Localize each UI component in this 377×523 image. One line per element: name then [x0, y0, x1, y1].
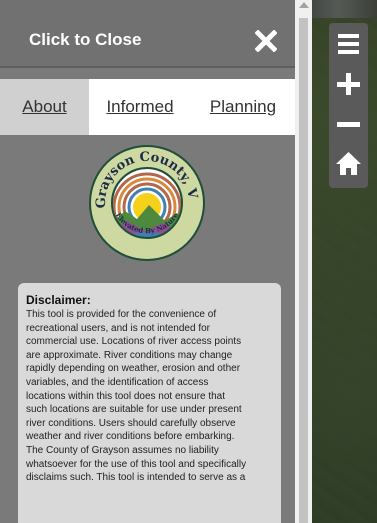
zoom-out-icon[interactable]	[329, 105, 368, 143]
close-panel-label[interactable]: Click to Close	[29, 30, 141, 50]
disclaimer-line: disclaims such. This tool is intended to…	[26, 472, 246, 484]
grayson-county-logo: Grayson County, VA Elevated By Nature	[87, 143, 205, 261]
disclaimer-line: rapidly depending on weather, erosion an…	[26, 363, 241, 375]
disclaimer-line: locations within this tool does not ensu…	[26, 390, 226, 402]
disclaimer-line: recreational users, and is not intended …	[26, 322, 210, 334]
disclaimer-line: variables, and the identification of acc…	[26, 376, 209, 388]
panel-header[interactable]: Click to Close	[0, 0, 295, 66]
scroll-up-arrow-icon[interactable]	[299, 2, 309, 8]
disclaimer-line: weather and river conditions before emba…	[26, 431, 235, 443]
scroll-thumb[interactable]	[299, 18, 308, 523]
disclaimer-title: Disclaimer:	[26, 293, 91, 307]
home-icon[interactable]	[329, 145, 368, 183]
disclaimer-line: such locations are suitable for use unde…	[26, 404, 242, 416]
disclaimer-card: Disclaimer: This tool is provided for th…	[18, 283, 281, 523]
panel-scrollbar[interactable]	[295, 0, 312, 523]
header-divider	[0, 66, 295, 68]
tab-informed[interactable]: Informed	[89, 79, 191, 135]
disclaimer-line: The County of Grayson assumes no liabili…	[26, 444, 219, 456]
disclaimer-line: river conditions. Users should carefully…	[26, 417, 236, 429]
tab-bar: About Informed Planning	[0, 79, 295, 135]
menu-icon[interactable]	[329, 25, 368, 63]
close-icon[interactable]	[255, 30, 277, 52]
side-panel: Click to Close About Informed Planning G…	[0, 0, 295, 523]
disclaimer-line: whatsoever for the use of this tool and …	[26, 458, 247, 470]
map-controls	[329, 23, 368, 188]
tab-planning[interactable]: Planning	[191, 79, 295, 135]
disclaimer-line: commercial use. Locations of river acces…	[26, 336, 242, 348]
tab-about[interactable]: About	[0, 79, 89, 135]
disclaimer-line: are approximate. River conditions may ch…	[26, 349, 233, 361]
disclaimer-text: This tool is provided for the convenienc…	[26, 308, 282, 485]
disclaimer-line: This tool is provided for the convenienc…	[26, 309, 217, 320]
zoom-in-icon[interactable]	[329, 65, 368, 103]
